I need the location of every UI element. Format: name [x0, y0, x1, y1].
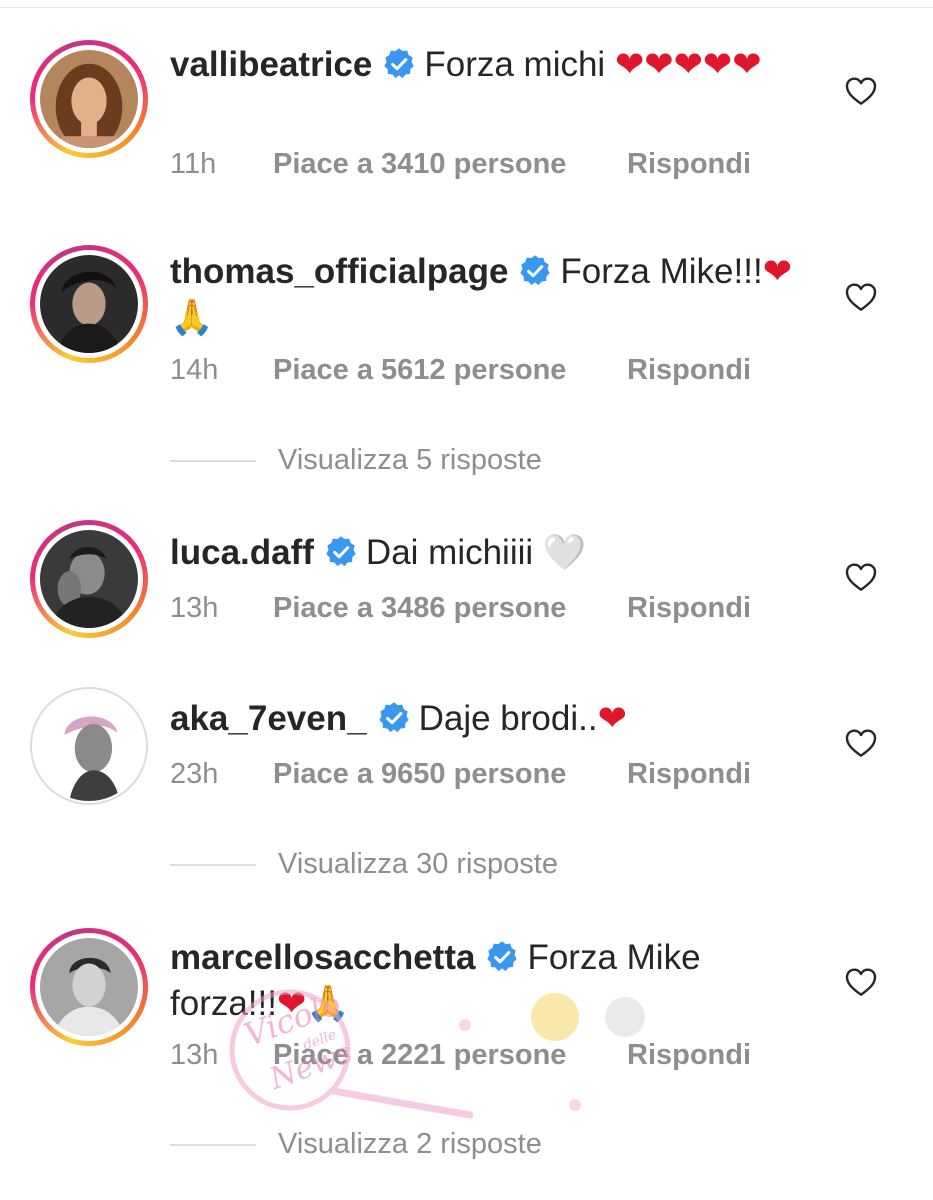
comment-emojis: ❤ — [762, 252, 793, 291]
avatar — [40, 530, 138, 628]
avatar — [34, 691, 144, 801]
heart-outline-icon[interactable] — [845, 728, 877, 758]
avatar-story-ring[interactable] — [30, 928, 148, 1046]
avatar-story-ring[interactable] — [30, 520, 148, 638]
comment-body: aka_7even_ Daje brodi..❤ — [170, 696, 810, 742]
avatar-story-ring[interactable] — [30, 40, 148, 158]
username[interactable]: thomas_officialpage — [170, 252, 508, 291]
comment-emojis-2: 🙏 — [170, 298, 214, 337]
avatar — [40, 938, 138, 1036]
view-replies-label: Visualizza 5 risposte — [278, 444, 542, 476]
comment-emojis: ❤ — [597, 699, 627, 738]
replies-divider — [170, 864, 256, 866]
reply-button[interactable]: Rispondi — [627, 144, 751, 184]
username[interactable]: marcellosacchetta — [170, 938, 475, 977]
avatar-frame[interactable] — [30, 687, 148, 805]
reply-button[interactable]: Rispondi — [627, 588, 751, 628]
username[interactable]: vallibeatrice — [170, 45, 372, 84]
likes-count[interactable]: Piace a 3486 persone — [273, 588, 566, 628]
top-divider — [0, 0, 933, 8]
comment-text: Forza michi — [424, 45, 615, 84]
comment-body: luca.daff Dai michiiii 🤍 — [170, 530, 810, 576]
timestamp: 13h — [170, 1039, 219, 1071]
likes-count[interactable]: Piace a 9650 persone — [273, 754, 566, 794]
comment-body: thomas_officialpage Forza Mike!!!❤ 🙏 — [170, 249, 810, 341]
comment-body: vallibeatrice Forza michi ❤❤❤❤❤ — [170, 42, 810, 88]
verified-badge-icon — [324, 535, 358, 569]
comment-emojis: ❤❤❤❤❤ — [614, 45, 762, 84]
replies-divider — [170, 1144, 256, 1146]
timestamp: 14h — [170, 354, 219, 386]
verified-badge-icon — [382, 47, 416, 81]
view-replies-label: Visualizza 30 risposte — [278, 848, 558, 880]
heart-outline-icon[interactable] — [845, 282, 877, 312]
view-replies-label: Visualizza 2 risposte — [278, 1128, 542, 1160]
likes-count[interactable]: Piace a 3410 persone — [273, 144, 566, 184]
watermark-logo: Vicolo delle News — [229, 984, 645, 1119]
replies-divider — [170, 460, 256, 462]
verified-badge-icon — [518, 254, 552, 288]
comment-text: Daje brodi.. — [418, 699, 598, 738]
verified-badge-icon — [485, 940, 519, 974]
heart-outline-icon[interactable] — [845, 76, 877, 106]
heart-outline-icon[interactable] — [845, 562, 877, 592]
timestamp: 23h — [170, 758, 219, 790]
username[interactable]: aka_7even_ — [170, 699, 367, 738]
comment-text: Dai michiiii — [365, 533, 543, 572]
comment-emojis: 🤍 — [542, 533, 587, 572]
avatar-story-ring[interactable] — [30, 245, 148, 363]
timestamp: 13h — [170, 592, 219, 624]
verified-badge-icon — [377, 701, 411, 735]
username[interactable]: luca.daff — [170, 533, 314, 572]
heart-outline-icon[interactable] — [845, 967, 877, 997]
avatar — [40, 255, 138, 353]
comment-text: Forza Mike!!! — [560, 252, 763, 291]
avatar — [40, 50, 138, 148]
reply-button[interactable]: Rispondi — [627, 350, 751, 390]
reply-button[interactable]: Rispondi — [627, 754, 751, 794]
likes-count[interactable]: Piace a 5612 persone — [273, 350, 566, 390]
timestamp: 11h — [170, 148, 217, 180]
